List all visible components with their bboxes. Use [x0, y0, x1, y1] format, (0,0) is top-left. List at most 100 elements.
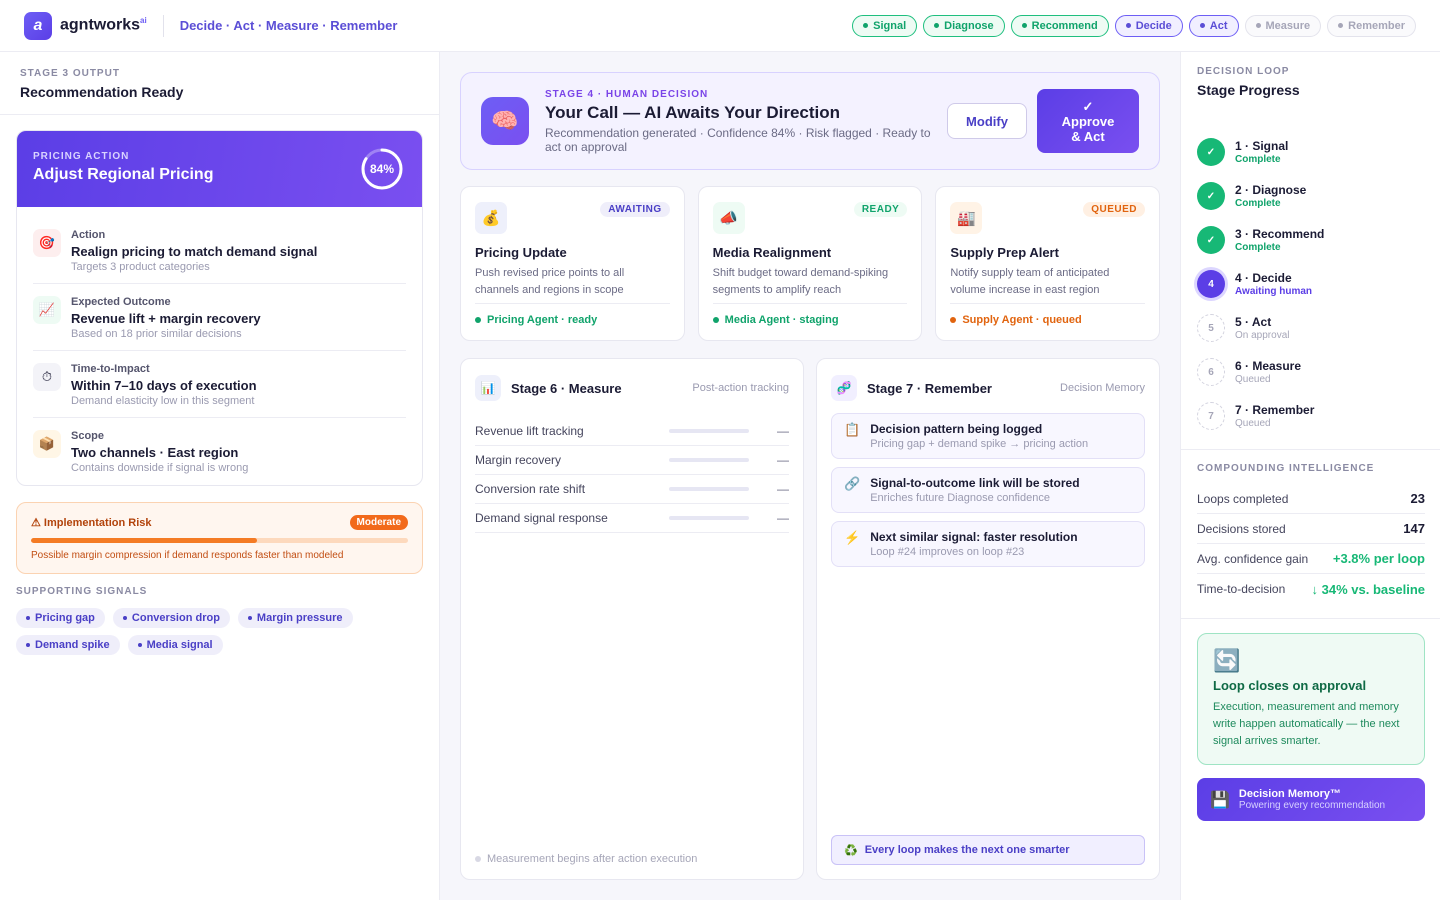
agent-cards: 💰 AWAITING Pricing Update Push revised p… — [460, 186, 1161, 341]
metric-bar — [669, 487, 749, 491]
detail-label: Time-to-Impact — [71, 363, 150, 375]
pipeline-pill-measure[interactable]: Measure — [1244, 14, 1322, 37]
implementation-risk: ⚠ Implementation Risk Moderate Possible … — [16, 502, 423, 574]
signal-chip[interactable]: Margin pressure — [237, 608, 353, 628]
loop-close-card: 🔄 Loop closes on approval Execution, mea… — [1197, 633, 1425, 765]
metric-bar — [669, 516, 749, 520]
status-dot — [475, 856, 481, 862]
status-dot — [1199, 23, 1205, 28]
memory-item[interactable]: 🔗 Signal-to-outcome link will be stored E… — [831, 467, 1145, 513]
left-panel: STAGE 3 OUTPUT Recommendation Ready PRIC… — [0, 52, 440, 900]
card-eyebrow: PRICING ACTION — [33, 151, 130, 162]
recycle-icon: ♻️ — [844, 844, 858, 857]
agent-card-supply[interactable]: 🏭 QUEUED Supply Prep Alert Notify supply… — [935, 186, 1161, 341]
step-remember[interactable]: 77 · Remember Queued — [1197, 394, 1324, 438]
recommendation-card-header: PRICING ACTION Adjust Regional Pricing 8… — [17, 131, 422, 207]
measure-header: 📊 Stage 6 · Measure Post-action tracking — [475, 375, 789, 401]
risk-bar — [31, 538, 408, 543]
agent-card-pricing[interactable]: 💰 AWAITING Pricing Update Push revised p… — [460, 186, 685, 341]
money-bag-icon: 💰 — [475, 202, 507, 234]
pipeline-pills: Signal Diagnose Recommend Decide Act Mea… — [852, 14, 1416, 37]
step-recommend[interactable]: ✓ 3 · Recommend Complete — [1197, 218, 1324, 262]
measure-panel: 📊 Stage 6 · Measure Post-action tracking… — [460, 358, 804, 880]
modify-button[interactable]: Modify — [947, 103, 1027, 139]
divider — [1181, 618, 1440, 619]
agent-card-media[interactable]: 📣 READY Media Realignment Shift budget t… — [697, 186, 923, 341]
detail-label: Expected Outcome — [71, 296, 171, 308]
stat-row: Decisions stored 147 — [1197, 514, 1425, 544]
detail-label: Action — [71, 229, 106, 241]
measure-footnote: Measurement begins after action executio… — [475, 853, 697, 865]
decision-memory-button[interactable]: 💾 Decision Memory™ Powering every recomme… — [1197, 778, 1425, 821]
pipeline-pill-act[interactable]: Act — [1188, 14, 1239, 37]
card-title: Adjust Regional Pricing — [33, 166, 214, 183]
detail-sub: Contains downside if signal is wrong — [71, 462, 249, 474]
check-icon: ✓ — [1082, 98, 1094, 114]
logo-mark[interactable]: a — [24, 11, 52, 40]
decision-subtitle: Recommendation generated · Confidence 84… — [545, 125, 931, 154]
risk-text: Possible margin compression if demand re… — [31, 550, 344, 561]
signal-chip[interactable]: Media signal — [127, 635, 223, 655]
stopwatch-icon: ⏱ — [33, 363, 61, 391]
step-act[interactable]: 55 · Act On approval — [1197, 306, 1324, 350]
stat-row: Avg. confidence gain +3.8% per loop — [1197, 544, 1425, 574]
floppy-disk-icon: 💾 — [1210, 791, 1230, 809]
memory-item[interactable]: 📋 Decision pattern being logged Pricing g… — [831, 413, 1145, 459]
top-bar: a agntworksai Decide · Act · Measure · R… — [0, 0, 1440, 52]
chip-dot — [26, 643, 30, 647]
signal-chips: Pricing gap Conversion drop Margin press… — [16, 608, 416, 655]
section-eyebrow: DECISION LOOP — [1197, 66, 1290, 77]
dna-icon: 🧬 — [831, 375, 857, 401]
right-header: DECISION LOOP Stage Progress — [1181, 52, 1440, 98]
chip-dot — [122, 616, 127, 620]
step-number: 5 — [1197, 314, 1225, 342]
detail-value: Revenue lift + margin recovery — [71, 311, 261, 326]
stat-row: Time-to-decision ↓ 34% vs. baseline — [1197, 581, 1425, 597]
chip-dot — [247, 616, 252, 620]
status-dot — [1255, 23, 1261, 28]
agent-description: Notify supply team of anticipated volume… — [950, 267, 1110, 296]
decision-body: STAGE 4 · HUMAN DECISION Your Call — AI … — [545, 89, 935, 154]
memory-item[interactable]: ⚡ Next similar signal: faster resolution… — [831, 521, 1145, 567]
tagline: Decide · Act · Measure · Remember — [179, 18, 398, 33]
decision-eyebrow: STAGE 4 · HUMAN DECISION — [545, 88, 709, 100]
agent-status: Pricing Agent · ready — [475, 303, 670, 326]
check-icon: ✓ — [1197, 182, 1225, 210]
right-panel: DECISION LOOP Stage Progress ✓ 1 · Signal… — [1180, 52, 1440, 900]
stage-steps: ✓ 1 · Signal Complete ✓ 2 · Diagnose Complet… — [1197, 130, 1324, 438]
recommendation-card[interactable]: PRICING ACTION Adjust Regional Pricing 8… — [16, 130, 423, 486]
agent-description: Shift budget toward demand-spiking segme… — [712, 267, 889, 296]
step-diagnose[interactable]: ✓ 2 · Diagnose Complete — [1197, 174, 1324, 218]
risk-badge: Moderate — [349, 515, 408, 530]
step-signal[interactable]: ✓ 1 · Signal Complete — [1197, 130, 1324, 174]
risk-bar-fill — [31, 538, 258, 543]
status-dot — [1021, 23, 1027, 28]
signal-chip[interactable]: Demand spike — [16, 635, 120, 655]
remember-header: 🧬 Stage 7 · Remember Decision Memory — [831, 375, 1145, 401]
detail-sub: Targets 3 product categories — [71, 261, 210, 273]
pipeline-pill-signal[interactable]: Signal — [852, 14, 918, 37]
pipeline-pill-diagnose[interactable]: Diagnose — [923, 14, 1005, 37]
signal-chip[interactable]: Pricing gap — [16, 608, 105, 628]
panel-note: Decision Memory — [1060, 382, 1145, 394]
step-number: 6 — [1197, 358, 1225, 386]
section-title: Stage Progress — [1197, 82, 1300, 98]
decision-title: Your Call — AI Awaits Your Direction — [545, 102, 841, 122]
status-badge: READY — [853, 202, 908, 217]
step-measure[interactable]: 66 · Measure Queued — [1197, 350, 1324, 394]
step-number: 4 — [1197, 270, 1225, 298]
chip-dot — [137, 643, 142, 647]
measure-rows: Revenue lift tracking — Margin recovery — … — [475, 417, 789, 533]
pipeline-pill-remember[interactable]: Remember — [1327, 14, 1416, 37]
pipeline-pill-decide[interactable]: Decide — [1114, 14, 1183, 37]
detail-outcome: 📈 Expected Outcome Revenue lift + margin… — [33, 284, 406, 351]
step-decide[interactable]: 44 · Decide Awaiting human — [1197, 262, 1324, 306]
pipeline-pill-recommend[interactable]: Recommend — [1010, 14, 1109, 37]
check-icon: ✓ — [1197, 226, 1225, 254]
detail-value: Realign pricing to match demand signal — [71, 244, 318, 259]
section-title: Recommendation Ready — [20, 84, 184, 100]
signal-chip[interactable]: Conversion drop — [112, 608, 230, 628]
bar-chart-icon: 📊 — [475, 375, 501, 401]
remember-panel: 🧬 Stage 7 · Remember Decision Memory 📋 D… — [816, 358, 1160, 880]
approve-act-button[interactable]: ✓ Approve & Act — [1037, 89, 1139, 153]
